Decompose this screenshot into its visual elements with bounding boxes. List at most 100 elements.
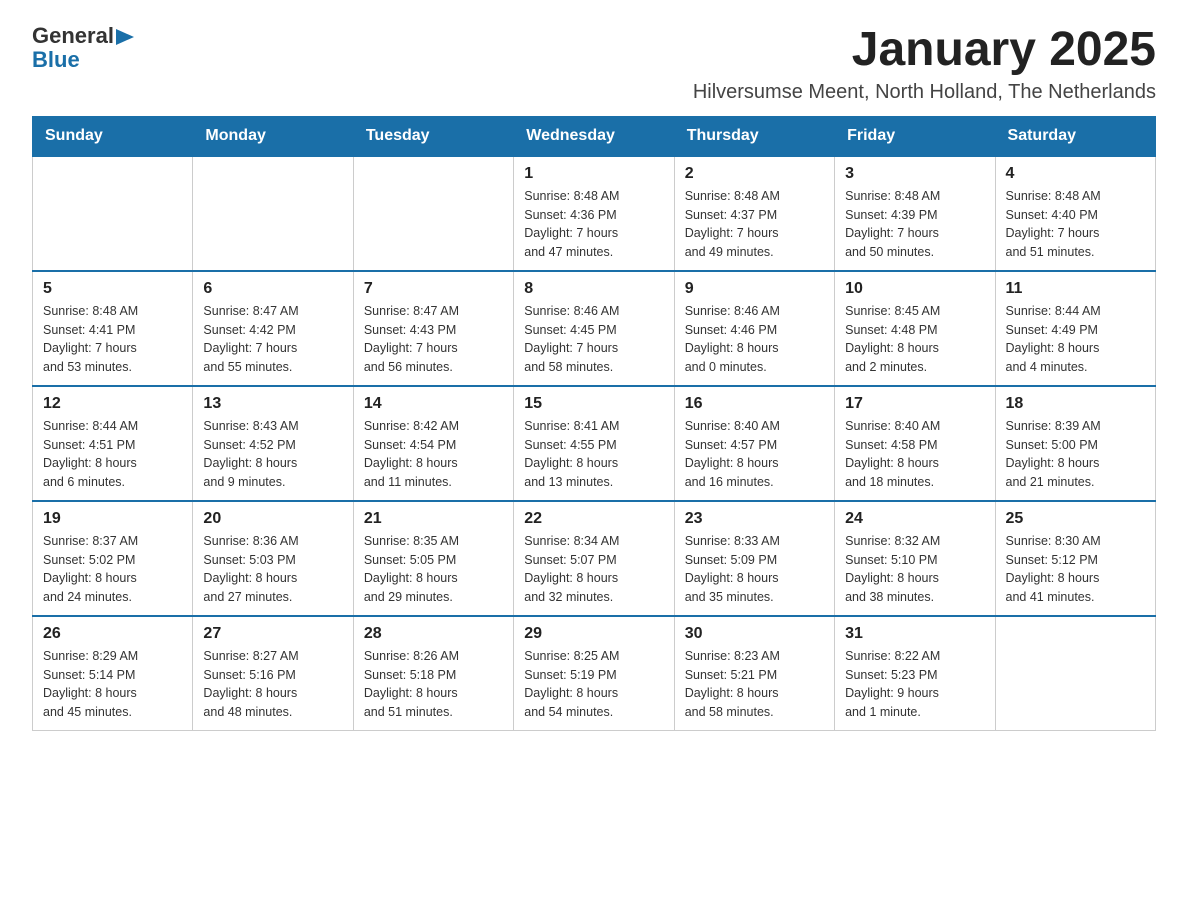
day-info: Sunrise: 8:40 AM Sunset: 4:58 PM Dayligh… [845,417,984,492]
logo-general: General [32,24,114,48]
day-number: 15 [524,395,663,413]
calendar-cell: 26 Sunrise: 8:29 AM Sunset: 5:14 PM Dayli… [33,616,193,731]
title-section: January 2025 Hilversumse Meent, North Ho… [693,24,1156,104]
calendar-cell: 20 Sunrise: 8:36 AM Sunset: 5:03 PM Dayli… [193,501,353,616]
day-number: 29 [524,625,663,643]
day-info: Sunrise: 8:48 AM Sunset: 4:40 PM Dayligh… [1006,187,1145,262]
day-number: 28 [364,625,503,643]
calendar-cell [353,156,513,271]
calendar-cell: 8 Sunrise: 8:46 AM Sunset: 4:45 PM Daylig… [514,271,674,386]
day-info: Sunrise: 8:41 AM Sunset: 4:55 PM Dayligh… [524,417,663,492]
calendar-cell: 7 Sunrise: 8:47 AM Sunset: 4:43 PM Daylig… [353,271,513,386]
day-number: 10 [845,280,984,298]
calendar-cell: 2Sunrise: 8:48 AM Sunset: 4:37 PM Daylig… [674,156,834,271]
calendar-week-row: 5 Sunrise: 8:48 AM Sunset: 4:41 PM Daylig… [33,271,1156,386]
calendar-cell: 24 Sunrise: 8:32 AM Sunset: 5:10 PM Dayli… [835,501,995,616]
calendar-cell: 1Sunrise: 8:48 AM Sunset: 4:36 PM Daylig… [514,156,674,271]
day-number: 6 [203,280,342,298]
calendar-cell: 9Sunrise: 8:46 AM Sunset: 4:46 PM Daylig… [674,271,834,386]
calendar-cell: 19Sunrise: 8:37 AM Sunset: 5:02 PM Dayli… [33,501,193,616]
day-of-week-header: Friday [835,116,995,156]
calendar-cell: 15 Sunrise: 8:41 AM Sunset: 4:55 PM Dayli… [514,386,674,501]
day-number: 12 [43,395,182,413]
calendar-cell: 17 Sunrise: 8:40 AM Sunset: 4:58 PM Dayli… [835,386,995,501]
day-info: Sunrise: 8:34 AM Sunset: 5:07 PM Dayligh… [524,532,663,607]
calendar-cell [995,616,1155,731]
day-of-week-header: Thursday [674,116,834,156]
calendar-cell [33,156,193,271]
calendar-subtitle: Hilversumse Meent, North Holland, The Ne… [693,81,1156,104]
day-info: Sunrise: 8:40 AM Sunset: 4:57 PM Dayligh… [685,417,824,492]
calendar-cell: 23 Sunrise: 8:33 AM Sunset: 5:09 PM Dayli… [674,501,834,616]
day-info: Sunrise: 8:46 AM Sunset: 4:46 PM Dayligh… [685,302,824,377]
day-of-week-header: Wednesday [514,116,674,156]
day-info: Sunrise: 8:26 AM Sunset: 5:18 PM Dayligh… [364,647,503,722]
day-info: Sunrise: 8:36 AM Sunset: 5:03 PM Dayligh… [203,532,342,607]
day-info: Sunrise: 8:37 AM Sunset: 5:02 PM Dayligh… [43,532,182,607]
calendar-cell: 18 Sunrise: 8:39 AM Sunset: 5:00 PM Dayli… [995,386,1155,501]
calendar-cell: 22 Sunrise: 8:34 AM Sunset: 5:07 PM Dayli… [514,501,674,616]
calendar-cell: 16Sunrise: 8:40 AM Sunset: 4:57 PM Dayli… [674,386,834,501]
day-info: Sunrise: 8:22 AM Sunset: 5:23 PM Dayligh… [845,647,984,722]
calendar-cell: 13 Sunrise: 8:43 AM Sunset: 4:52 PM Dayli… [193,386,353,501]
day-info: Sunrise: 8:29 AM Sunset: 5:14 PM Dayligh… [43,647,182,722]
day-number: 4 [1006,165,1145,183]
day-info: Sunrise: 8:48 AM Sunset: 4:41 PM Dayligh… [43,302,182,377]
day-info: Sunrise: 8:47 AM Sunset: 4:43 PM Dayligh… [364,302,503,377]
calendar-table: SundayMondayTuesdayWednesdayThursdayFrid… [32,116,1156,731]
day-number: 23 [685,510,824,528]
day-number: 25 [1006,510,1145,528]
calendar-title: January 2025 [693,24,1156,77]
calendar-cell: 21Sunrise: 8:35 AM Sunset: 5:05 PM Dayli… [353,501,513,616]
calendar-cell: 3Sunrise: 8:48 AM Sunset: 4:39 PM Daylig… [835,156,995,271]
page-header: General Blue January 2025 Hilversumse Me… [32,24,1156,104]
day-number: 31 [845,625,984,643]
calendar-cell: 4 Sunrise: 8:48 AM Sunset: 4:40 PM Daylig… [995,156,1155,271]
calendar-cell: 29 Sunrise: 8:25 AM Sunset: 5:19 PM Dayli… [514,616,674,731]
day-info: Sunrise: 8:32 AM Sunset: 5:10 PM Dayligh… [845,532,984,607]
day-info: Sunrise: 8:25 AM Sunset: 5:19 PM Dayligh… [524,647,663,722]
day-info: Sunrise: 8:39 AM Sunset: 5:00 PM Dayligh… [1006,417,1145,492]
day-number: 1 [524,165,663,183]
day-info: Sunrise: 8:27 AM Sunset: 5:16 PM Dayligh… [203,647,342,722]
logo-triangle-icon [116,27,136,47]
calendar-cell: 14 Sunrise: 8:42 AM Sunset: 4:54 PM Dayli… [353,386,513,501]
day-info: Sunrise: 8:33 AM Sunset: 5:09 PM Dayligh… [685,532,824,607]
day-number: 26 [43,625,182,643]
calendar-cell: 11Sunrise: 8:44 AM Sunset: 4:49 PM Dayli… [995,271,1155,386]
calendar-cell: 31 Sunrise: 8:22 AM Sunset: 5:23 PM Dayli… [835,616,995,731]
day-number: 7 [364,280,503,298]
day-of-week-header: Sunday [33,116,193,156]
day-number: 13 [203,395,342,413]
day-number: 8 [524,280,663,298]
day-number: 11 [1006,280,1145,298]
day-info: Sunrise: 8:23 AM Sunset: 5:21 PM Dayligh… [685,647,824,722]
calendar-week-row: 12Sunrise: 8:44 AM Sunset: 4:51 PM Dayli… [33,386,1156,501]
day-info: Sunrise: 8:47 AM Sunset: 4:42 PM Dayligh… [203,302,342,377]
calendar-cell: 28 Sunrise: 8:26 AM Sunset: 5:18 PM Dayli… [353,616,513,731]
day-info: Sunrise: 8:43 AM Sunset: 4:52 PM Dayligh… [203,417,342,492]
day-number: 5 [43,280,182,298]
day-of-week-header: Saturday [995,116,1155,156]
calendar-cell: 27Sunrise: 8:27 AM Sunset: 5:16 PM Dayli… [193,616,353,731]
day-number: 20 [203,510,342,528]
day-of-week-header: Tuesday [353,116,513,156]
day-number: 2 [685,165,824,183]
day-number: 24 [845,510,984,528]
calendar-cell: 30Sunrise: 8:23 AM Sunset: 5:21 PM Dayli… [674,616,834,731]
day-info: Sunrise: 8:45 AM Sunset: 4:48 PM Dayligh… [845,302,984,377]
day-info: Sunrise: 8:42 AM Sunset: 4:54 PM Dayligh… [364,417,503,492]
day-number: 18 [1006,395,1145,413]
day-info: Sunrise: 8:30 AM Sunset: 5:12 PM Dayligh… [1006,532,1145,607]
day-of-week-header: Monday [193,116,353,156]
day-info: Sunrise: 8:46 AM Sunset: 4:45 PM Dayligh… [524,302,663,377]
calendar-cell: 5 Sunrise: 8:48 AM Sunset: 4:41 PM Daylig… [33,271,193,386]
day-number: 17 [845,395,984,413]
calendar-cell: 12Sunrise: 8:44 AM Sunset: 4:51 PM Dayli… [33,386,193,501]
calendar-cell: 6 Sunrise: 8:47 AM Sunset: 4:42 PM Daylig… [193,271,353,386]
day-number: 22 [524,510,663,528]
calendar-cell: 25 Sunrise: 8:30 AM Sunset: 5:12 PM Dayli… [995,501,1155,616]
calendar-week-row: 26 Sunrise: 8:29 AM Sunset: 5:14 PM Dayli… [33,616,1156,731]
calendar-cell: 10 Sunrise: 8:45 AM Sunset: 4:48 PM Dayli… [835,271,995,386]
day-number: 14 [364,395,503,413]
